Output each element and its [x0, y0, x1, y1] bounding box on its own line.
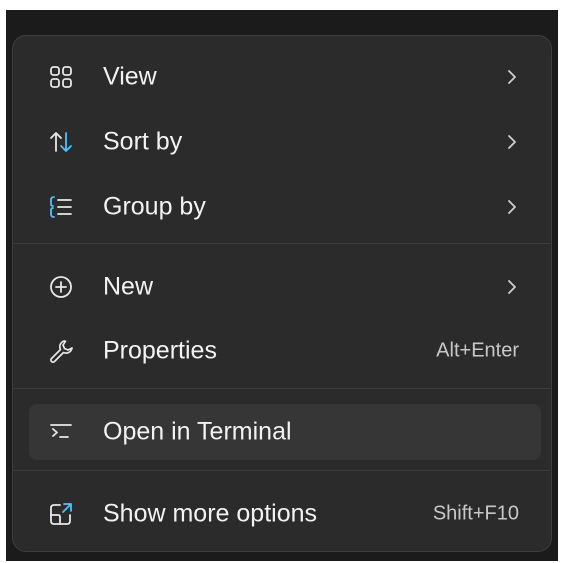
menu-item-label: New [103, 272, 154, 301]
new-plus-icon [47, 273, 75, 301]
menu-item-label: Sort by [103, 127, 183, 156]
menu-item-label: Open in Terminal [103, 417, 292, 446]
menu-item-new[interactable]: New [29, 259, 541, 315]
separator [14, 470, 550, 471]
terminal-icon [47, 418, 75, 446]
wrench-icon [47, 337, 75, 365]
menu-item-sort-by[interactable]: Sort by [29, 114, 541, 170]
group-by-icon [47, 193, 75, 221]
menu-item-label: Group by [103, 192, 206, 221]
menu-item-properties[interactable]: Properties Alt+Enter [29, 323, 541, 379]
sort-icon [47, 128, 75, 156]
show-more-options-icon [47, 500, 75, 528]
menu-item-group-by[interactable]: Group by [29, 179, 541, 235]
menu-item-view[interactable]: View [29, 49, 541, 105]
menu-item-label: Properties [103, 336, 217, 365]
shortcut-hint: Alt+Enter [436, 339, 519, 362]
context-menu: View Sort by Group by New Properties Alt… [12, 35, 552, 552]
menu-item-label: Show more options [103, 499, 318, 528]
shortcut-hint: Shift+F10 [432, 502, 519, 525]
separator [14, 243, 550, 244]
menu-item-show-more-options[interactable]: Show more options Shift+F10 [29, 486, 541, 542]
chevron-right-icon [505, 197, 519, 217]
view-grid-icon [47, 63, 75, 91]
chevron-right-icon [505, 277, 519, 297]
chevron-right-icon [505, 132, 519, 152]
separator [14, 388, 550, 389]
chevron-right-icon [505, 67, 519, 87]
menu-item-label: View [103, 62, 157, 91]
menu-item-open-in-terminal[interactable]: Open in Terminal [29, 404, 541, 460]
